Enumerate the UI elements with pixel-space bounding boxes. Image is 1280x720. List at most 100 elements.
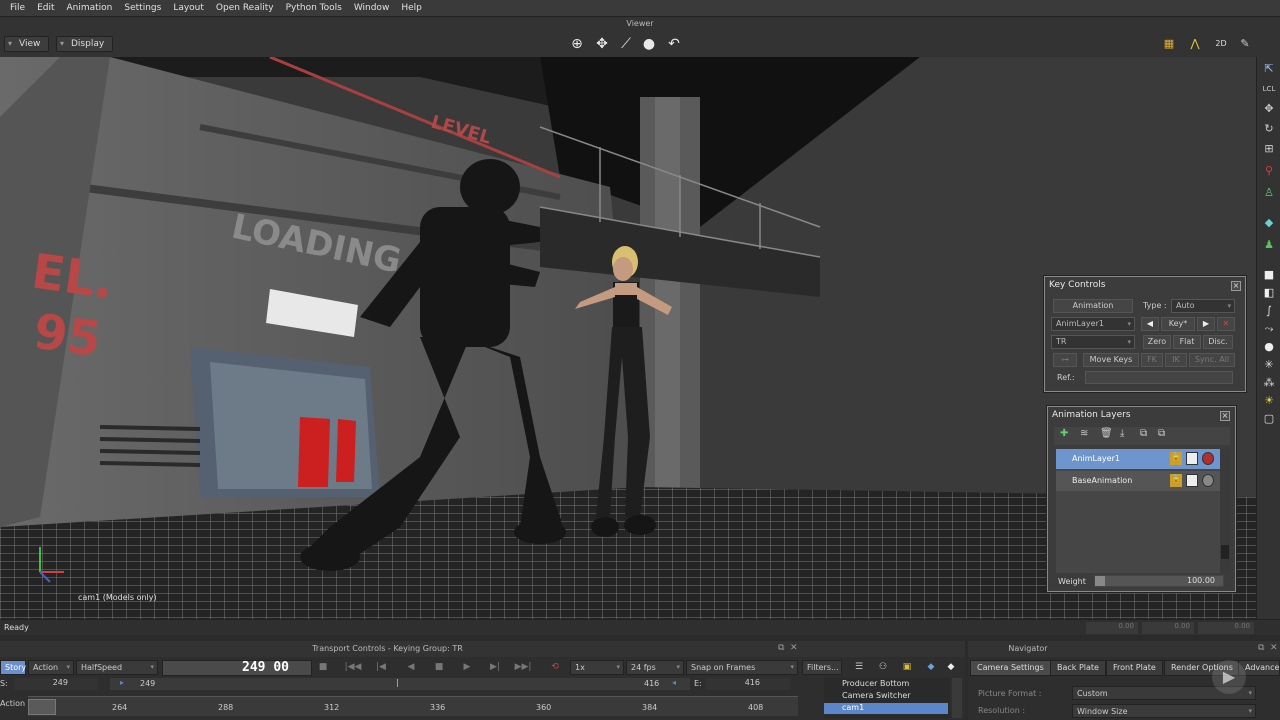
float-icon[interactable]: ⧉ (1258, 643, 1264, 653)
view-menu-button[interactable]: View (4, 36, 50, 52)
tab-back-plate[interactable]: Back Plate (1050, 660, 1106, 676)
mute-icon[interactable] (1202, 474, 1214, 487)
camera-item[interactable]: Camera Switcher (824, 691, 948, 702)
select-icon[interactable]: ⇱ (1260, 61, 1278, 77)
channel-dropdown[interactable]: TR (1051, 335, 1135, 349)
character-icon[interactable]: ♙ (1260, 185, 1278, 201)
cluster-icon[interactable]: ⁂ (1260, 375, 1278, 391)
flat-button[interactable]: Flat (1173, 335, 1201, 349)
keyframe-icon[interactable]: ◆ (942, 660, 960, 675)
menu-open-reality[interactable]: Open Reality (210, 0, 280, 17)
close-icon[interactable]: × (1220, 411, 1230, 421)
goto-start-icon[interactable]: |◀◀ (344, 660, 362, 675)
cube-icon[interactable]: ■ (1260, 267, 1278, 283)
fps-dropdown[interactable]: 24 fps (626, 660, 684, 675)
sphere-icon[interactable]: ● (639, 35, 659, 53)
paste-layer-icon[interactable]: ⧉ (1158, 428, 1165, 439)
layer-dropdown[interactable]: AnimLayer1 (1051, 317, 1135, 331)
mute-icon[interactable] (1202, 452, 1214, 465)
disc-button[interactable]: Disc. (1203, 335, 1233, 349)
2d-icon[interactable]: 2D (1212, 36, 1230, 52)
key-button[interactable]: Key* (1161, 317, 1195, 331)
lock-icon[interactable]: 🔒 (1170, 452, 1182, 465)
solo-toggle[interactable] (1186, 474, 1198, 487)
layer-row-baseanimation[interactable]: BaseAnimation 🔒 (1056, 471, 1220, 491)
zero-button[interactable]: Zero (1143, 335, 1171, 349)
close-icon[interactable]: ✕ (790, 643, 798, 653)
tab-front-plate[interactable]: Front Plate (1106, 660, 1163, 676)
menu-python-tools[interactable]: Python Tools (280, 0, 348, 17)
coord-y-field[interactable]: 0.00 (1142, 622, 1194, 634)
orbit-icon[interactable]: ⊕ (567, 35, 587, 53)
stop-record-icon[interactable]: ■ (314, 660, 332, 675)
speed-dropdown[interactable]: HalfSpeed (76, 660, 158, 675)
prev-key-icon[interactable]: |◀ (372, 660, 390, 675)
ref-field[interactable] (1085, 371, 1233, 384)
prev-key-icon[interactable]: ◀ (1141, 317, 1159, 331)
key-tree-icon[interactable]: ⚇ (874, 660, 892, 675)
rotate-icon[interactable]: ↻ (1260, 121, 1278, 137)
resolution-dropdown[interactable]: Window Size (1072, 704, 1256, 718)
layer-stack-icon[interactable]: ≋ (1080, 428, 1088, 439)
solo-toggle[interactable] (1186, 452, 1198, 465)
joint-icon[interactable]: ✳ (1260, 357, 1278, 373)
play-overlay-icon[interactable]: ▶ (1212, 660, 1246, 694)
coord-x-field[interactable]: 0.00 (1086, 622, 1138, 634)
display-menu-button[interactable]: Display (56, 36, 114, 52)
range-end-handle[interactable]: ◂ (672, 678, 676, 687)
loop-icon[interactable]: ⟲ (546, 660, 564, 675)
end-field[interactable]: 416 (706, 678, 790, 690)
tab-camera-settings[interactable]: Camera Settings (970, 660, 1051, 676)
frame-counter[interactable]: 249 00 (162, 660, 312, 676)
menu-settings[interactable]: Settings (118, 0, 167, 17)
translate-icon[interactable]: ✥ (1260, 101, 1278, 117)
speed-multiplier-dropdown[interactable]: 1x (570, 660, 624, 675)
draw-icon[interactable]: ✎ (1236, 36, 1254, 52)
folder-icon[interactable]: ▣ (898, 660, 916, 675)
copy-layer-icon[interactable]: ⧉ (1140, 428, 1147, 439)
camera-item[interactable]: Producer Bottom (824, 679, 948, 690)
range-start-handle[interactable]: ▸ (120, 678, 124, 687)
scale-icon[interactable]: ⊞ (1260, 141, 1278, 157)
weight-slider[interactable]: 100.00 (1094, 575, 1224, 587)
ik-button[interactable]: IK (1165, 353, 1187, 367)
timeline-playhead[interactable] (28, 699, 56, 715)
next-key-icon[interactable]: ▶ (1197, 317, 1215, 331)
range-mid-marker[interactable]: | (396, 678, 399, 687)
action-mode-dropdown[interactable]: Action (28, 660, 74, 675)
range-slider[interactable]: ▸ 249 | 416 ◂ (110, 678, 690, 690)
step-back-icon[interactable]: ◀ (402, 660, 420, 675)
coord-z-field[interactable]: 0.00 (1198, 622, 1254, 634)
menu-layout[interactable]: Layout (167, 0, 210, 17)
layers-scrollbar[interactable] (1220, 449, 1230, 573)
line-icon[interactable]: ⟋ (616, 35, 636, 53)
merge-icon[interactable]: ⤓ (1120, 428, 1124, 439)
cube2-icon[interactable]: ◧ (1260, 285, 1278, 301)
menu-file[interactable]: File (4, 0, 31, 17)
weight-slider-handle[interactable] (1095, 576, 1105, 586)
grid-icon[interactable]: ▦ (1160, 36, 1178, 52)
goto-end-icon[interactable]: ▶▶| (514, 660, 532, 675)
list-icon[interactable]: ☰ (850, 660, 868, 675)
snap-dropdown[interactable]: Snap on Frames (686, 660, 798, 675)
filters-button[interactable]: Filters... (802, 660, 842, 675)
marker-icon[interactable]: ◆ (1260, 215, 1278, 231)
start-field[interactable]: 249 (14, 678, 98, 690)
undo-arc-icon[interactable]: ↶ (664, 35, 684, 53)
light-icon[interactable]: ☀ (1260, 393, 1278, 409)
move-icon[interactable]: ✥ (592, 35, 612, 53)
close-icon[interactable]: ✕ (1270, 643, 1278, 653)
delete-layer-icon[interactable]: 🗑 (1100, 428, 1113, 439)
next-key-icon[interactable]: ▶| (486, 660, 504, 675)
float-icon[interactable]: ⧉ (778, 643, 784, 653)
path-icon[interactable]: ⤳ (1260, 321, 1278, 337)
pin-icon[interactable]: ⚲ (1260, 163, 1278, 179)
menu-window[interactable]: Window (348, 0, 396, 17)
type-dropdown[interactable]: Auto (1171, 299, 1235, 313)
delete-key-icon[interactable]: ✕ (1217, 317, 1235, 331)
snap-icon[interactable]: ⋀ (1186, 36, 1204, 52)
sphere-tool-icon[interactable]: ● (1260, 339, 1278, 355)
actor-icon[interactable]: ♟ (1260, 237, 1278, 253)
diamond-icon[interactable]: ◆ (922, 660, 940, 675)
add-layer-icon[interactable]: ✚ (1060, 428, 1068, 439)
